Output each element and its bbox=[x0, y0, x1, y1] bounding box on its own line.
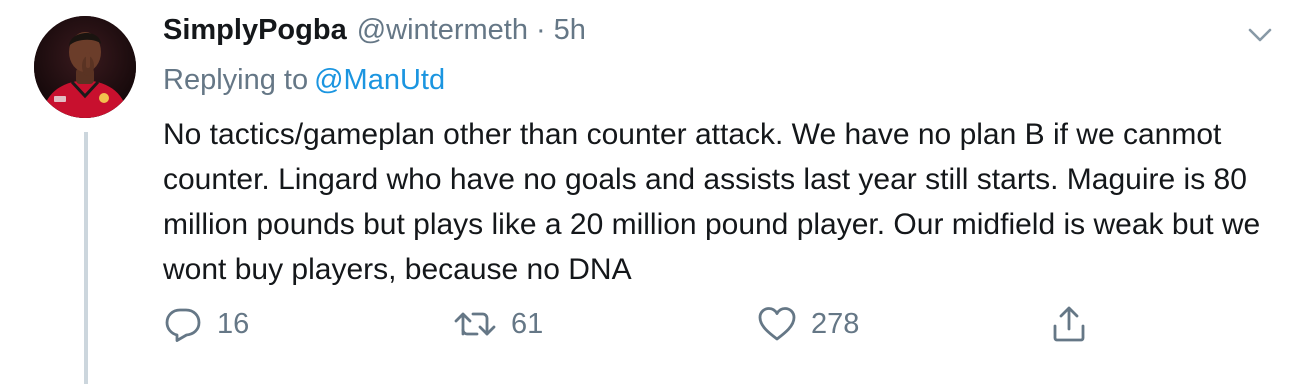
like-button[interactable]: 278 bbox=[757, 300, 859, 348]
thread-line bbox=[84, 132, 88, 384]
tweet-text: No tactics/gameplan other than counter a… bbox=[163, 118, 1261, 286]
tweet-header: SimplyPogba @wintermeth · 5h bbox=[163, 14, 586, 58]
avatar-image bbox=[34, 16, 136, 118]
separator-dot: · bbox=[535, 14, 546, 46]
replying-to-mention[interactable]: @ManUtd bbox=[314, 64, 445, 96]
tweet[interactable]: SimplyPogba @wintermeth · 5h Replying to… bbox=[0, 0, 1307, 384]
replying-to-label: Replying to bbox=[163, 64, 309, 96]
like-count: 278 bbox=[811, 307, 860, 340]
reply-icon bbox=[163, 304, 203, 344]
retweet-button[interactable]: 61 bbox=[453, 300, 543, 348]
reply-count: 16 bbox=[217, 307, 250, 340]
retweet-icon bbox=[453, 304, 497, 344]
share-button[interactable] bbox=[1049, 300, 1089, 348]
heart-icon bbox=[757, 304, 797, 344]
share-icon bbox=[1049, 304, 1089, 344]
user-handle[interactable]: @wintermeth bbox=[357, 14, 528, 47]
avatar[interactable] bbox=[34, 16, 136, 118]
display-name[interactable]: SimplyPogba bbox=[163, 14, 347, 47]
reply-button[interactable]: 16 bbox=[163, 300, 249, 348]
tweet-actions: 16 61 278 bbox=[163, 300, 1263, 348]
more-options-chevron-down-icon[interactable] bbox=[1246, 24, 1274, 46]
replying-to: Replying to @ManUtd bbox=[163, 64, 445, 97]
timestamp[interactable]: 5h bbox=[554, 14, 586, 47]
retweet-count: 61 bbox=[511, 307, 544, 340]
